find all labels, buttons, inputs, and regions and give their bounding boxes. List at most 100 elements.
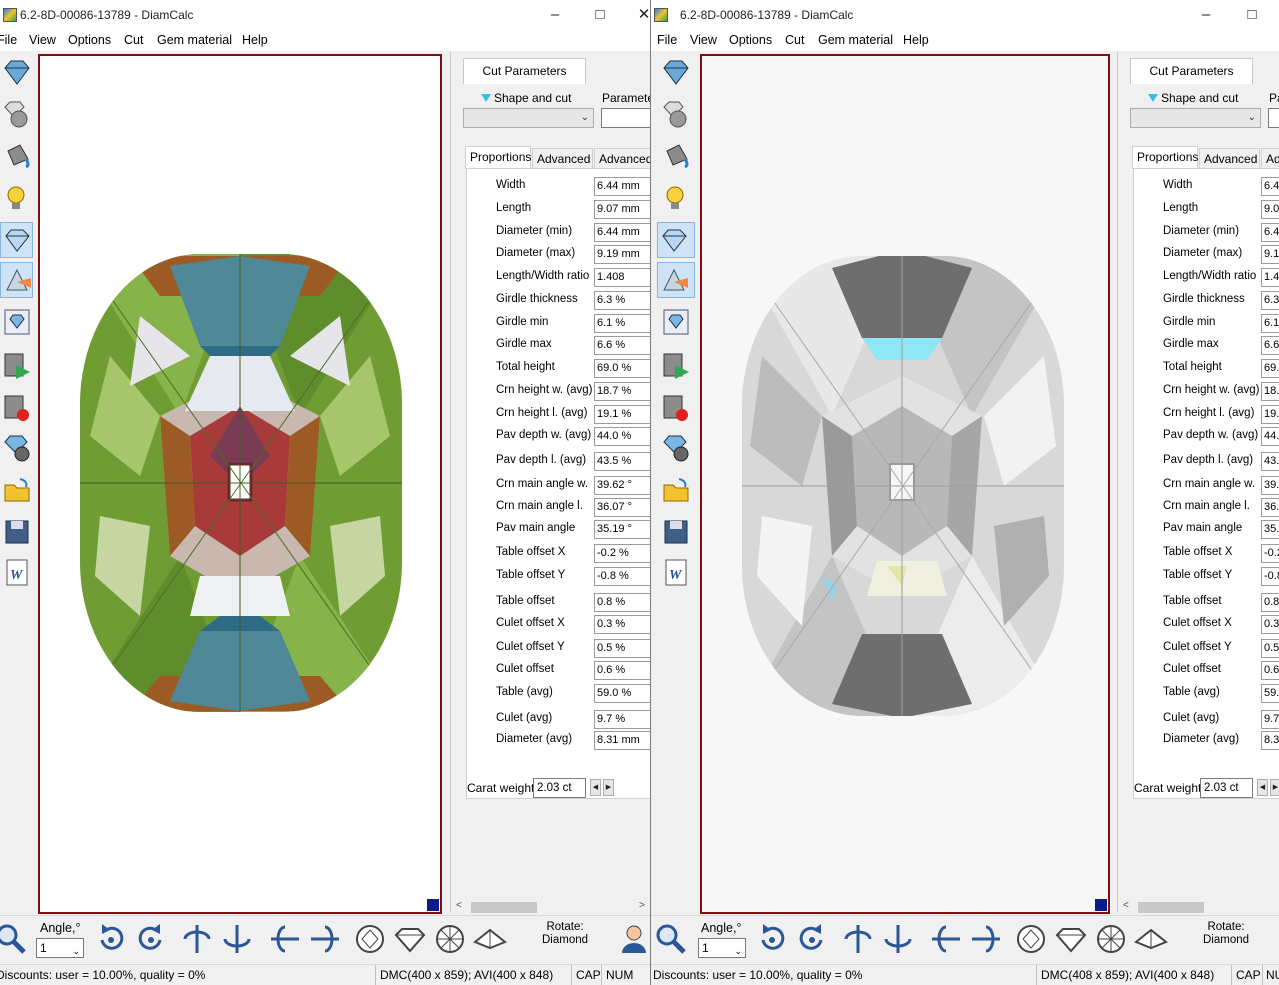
gem-ball-icon[interactable] <box>0 96 33 132</box>
rotate-ccw-icon[interactable] <box>755 922 789 956</box>
flip-horizontal-down-icon[interactable] <box>969 922 1003 956</box>
property-value-field[interactable]: 59.0 % <box>594 684 650 703</box>
maximize-button[interactable]: □ <box>1240 4 1264 26</box>
paint-bucket-icon[interactable] <box>659 138 692 174</box>
flip-vertical-right-icon[interactable] <box>220 922 254 956</box>
diamond-view-icon[interactable] <box>0 54 33 90</box>
menu-help[interactable]: Help <box>903 33 929 47</box>
property-value-field[interactable]: 0.6 <box>1261 661 1279 680</box>
zoom-magnifier-icon[interactable] <box>0 922 28 956</box>
flip-horizontal-up-icon[interactable] <box>929 922 963 956</box>
menu-view[interactable]: View <box>690 33 717 47</box>
light-bulb-icon[interactable] <box>0 180 33 216</box>
word-export-icon[interactable]: W <box>0 554 33 590</box>
menu-gem-material[interactable]: Gem material <box>157 33 232 47</box>
property-value-field[interactable]: -0.8 % <box>594 567 650 586</box>
user-profile-icon[interactable] <box>619 922 650 956</box>
save-disk-icon[interactable] <box>659 514 692 550</box>
property-value-field[interactable]: 6.1 <box>1261 314 1279 333</box>
light-bulb-icon[interactable] <box>659 180 692 216</box>
property-value-field[interactable]: 69. <box>1261 359 1279 378</box>
menu-view[interactable]: View <box>29 33 56 47</box>
top-view-icon[interactable] <box>1014 922 1048 956</box>
property-value-field[interactable]: 18.7 % <box>594 382 650 401</box>
property-value-field[interactable]: 18. <box>1261 382 1279 401</box>
tab-advanced-2[interactable]: Adv <box>1261 148 1279 168</box>
property-value-field[interactable]: 6.6 <box>1261 336 1279 355</box>
panel-horizontal-scrollbar[interactable]: < > <box>453 899 649 916</box>
property-value-field[interactable]: 0.8 % <box>594 593 650 612</box>
shape-and-cut-select[interactable]: ⌄ <box>463 108 594 128</box>
property-value-field[interactable]: 59. <box>1261 684 1279 703</box>
gem-viewport-realistic[interactable] <box>700 54 1110 914</box>
bottom-view-icon[interactable] <box>433 922 467 956</box>
property-value-field[interactable]: -0.8 <box>1261 567 1279 586</box>
menu-cut[interactable]: Cut <box>785 33 804 47</box>
perspective-view-icon[interactable] <box>473 922 507 956</box>
film-record-icon[interactable] <box>659 390 692 426</box>
carat-decrease-button[interactable]: ◀ <box>590 779 601 796</box>
film-play-icon[interactable] <box>659 348 692 384</box>
gem-ball-icon[interactable] <box>659 96 692 132</box>
tab-cut-parameters[interactable]: Cut Parameters <box>463 58 586 84</box>
title-bar[interactable]: 6.2-8D-00086-13789 - DiamCalc – □ ✕ <box>0 0 650 31</box>
word-export-icon[interactable]: W <box>659 554 692 590</box>
property-value-field[interactable]: 0.3 % <box>594 615 650 634</box>
diamond-view-icon[interactable] <box>659 54 692 90</box>
open-folder-icon[interactable] <box>0 472 33 508</box>
property-value-field[interactable]: 0.6 % <box>594 661 650 680</box>
scroll-thumb[interactable] <box>471 902 537 913</box>
menu-file[interactable]: File <box>657 33 677 47</box>
property-value-field[interactable]: -0.2 % <box>594 544 650 563</box>
property-value-field[interactable]: 9.1 <box>1261 245 1279 264</box>
property-value-field[interactable]: 6.3 <box>1261 291 1279 310</box>
menu-options[interactable]: Options <box>68 33 111 47</box>
scroll-right-arrow-icon[interactable]: > <box>639 900 645 911</box>
property-value-field[interactable]: 8.31 mm <box>594 731 650 750</box>
property-value-field[interactable]: 9.7 <box>1261 710 1279 729</box>
bottom-view-icon[interactable] <box>1094 922 1128 956</box>
menu-file[interactable]: File <box>0 33 17 47</box>
perspective-view-icon[interactable] <box>1134 922 1168 956</box>
property-value-field[interactable]: 6.4 <box>1261 223 1279 242</box>
carat-decrease-button[interactable]: ◀ <box>1257 779 1268 796</box>
property-value-field[interactable]: 9.07 mm <box>594 200 650 219</box>
property-value-field[interactable]: 19. <box>1261 405 1279 424</box>
parameter-input[interactable] <box>1268 108 1279 128</box>
top-view-icon[interactable] <box>353 922 387 956</box>
gem-wheel-icon[interactable] <box>659 430 692 466</box>
property-value-field[interactable]: 36. <box>1261 498 1279 517</box>
flip-vertical-left-icon[interactable] <box>841 922 875 956</box>
angle-select[interactable]: 1 ⌄ <box>36 938 84 958</box>
close-button[interactable]: ✕ <box>632 4 650 26</box>
property-value-field[interactable]: 6.6 % <box>594 336 650 355</box>
property-value-field[interactable]: 1.4 <box>1261 268 1279 287</box>
flip-vertical-right-icon[interactable] <box>881 922 915 956</box>
minimize-button[interactable]: – <box>1194 4 1218 26</box>
zoom-magnifier-icon[interactable] <box>654 922 688 956</box>
property-value-field[interactable]: 1.408 <box>594 268 650 287</box>
open-folder-icon[interactable] <box>659 472 692 508</box>
property-value-field[interactable]: 9.7 % <box>594 710 650 729</box>
paint-bucket-icon[interactable] <box>0 138 33 174</box>
property-value-field[interactable]: 39. <box>1261 476 1279 495</box>
flip-vertical-left-icon[interactable] <box>180 922 214 956</box>
angle-select[interactable]: 1 ⌄ <box>698 938 746 958</box>
gem-viewport-colored[interactable] <box>38 54 442 914</box>
parameter-input[interactable] <box>601 108 650 128</box>
property-value-field[interactable]: 8.3 <box>1261 731 1279 750</box>
property-value-field[interactable]: 35.19 ° <box>594 520 650 539</box>
menu-help[interactable]: Help <box>242 33 268 47</box>
gem-report-icon[interactable] <box>659 304 692 340</box>
rotate-cw-icon[interactable] <box>134 922 168 956</box>
carat-weight-input[interactable]: 2.03 ct <box>1200 778 1253 798</box>
property-value-field[interactable]: 36.07 ° <box>594 498 650 517</box>
property-value-field[interactable]: 35. <box>1261 520 1279 539</box>
rotate-mode-indicator[interactable]: Rotate: Diamond <box>516 921 614 959</box>
panel-horizontal-scrollbar[interactable]: < <box>1120 899 1279 916</box>
carat-increase-button[interactable]: ▶ <box>1270 779 1279 796</box>
rotate-mode-indicator[interactable]: Rotate: Diamond <box>1177 921 1275 959</box>
property-value-field[interactable]: 6.3 % <box>594 291 650 310</box>
property-value-field[interactable]: 6.44 mm <box>594 177 650 196</box>
menu-options[interactable]: Options <box>729 33 772 47</box>
